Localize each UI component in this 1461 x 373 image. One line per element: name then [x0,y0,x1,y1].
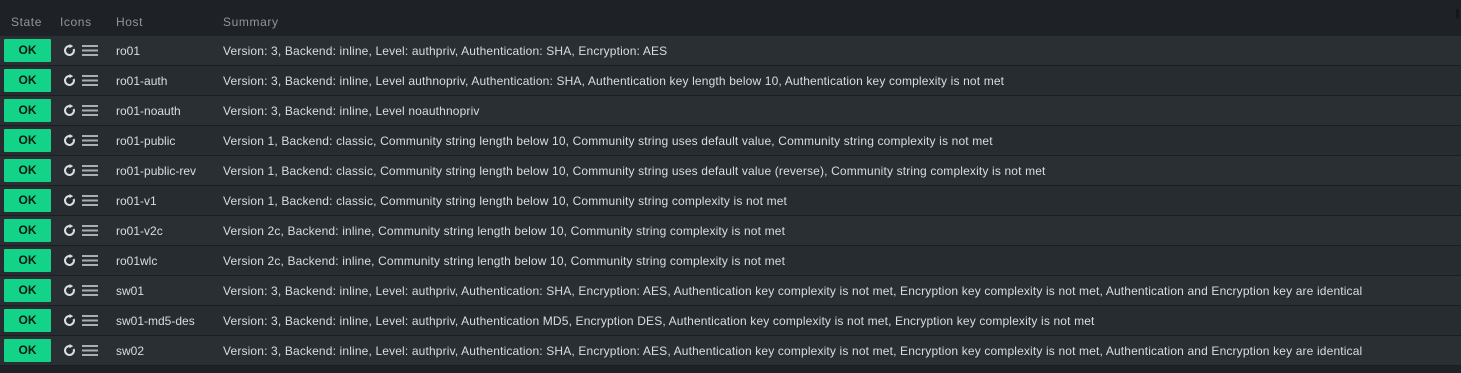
host-link[interactable]: ro01 [116,44,140,58]
menu-icon[interactable] [82,344,98,357]
state-badge[interactable]: OK [4,159,51,182]
host-link[interactable]: ro01-public-rev [116,164,196,178]
summary-text: Version: 3, Backend: inline, Level: auth… [223,344,1363,358]
state-badge[interactable]: OK [4,219,51,242]
refresh-icon[interactable] [63,254,76,267]
host-link[interactable]: ro01wlc [116,254,157,268]
summary-text: Version 1, Backend: classic, Community s… [223,164,1046,178]
menu-icon[interactable] [82,254,98,267]
state-badge[interactable]: OK [4,99,51,122]
menu-icon[interactable] [82,314,98,327]
summary-text: Version 1, Backend: classic, Community s… [223,194,788,208]
table-row: OK sw02 Version: 3, Backend: inline, Lev… [0,336,1461,366]
table-row: OK sw01 Version: 3, Backend: inline, Lev… [0,276,1461,306]
host-link[interactable]: sw02 [116,344,144,358]
menu-icon[interactable] [82,74,98,87]
service-table: State Icons Host Summary OK ro01 Version… [0,0,1461,373]
state-badge[interactable]: OK [4,309,51,332]
table-row: OK ro01-noauth Version: 3, Backend: inli… [0,96,1461,126]
column-header-host[interactable]: Host [116,15,143,29]
column-header-state[interactable]: State [11,15,42,29]
host-link[interactable]: sw01 [116,284,144,298]
summary-text: Version: 3, Backend: inline, Level: auth… [223,44,668,58]
table-row: OK ro01-v2c Version 2c, Backend: inline,… [0,216,1461,246]
summary-text: Version 1, Backend: classic, Community s… [223,134,993,148]
state-badge[interactable]: OK [4,189,51,212]
refresh-icon[interactable] [63,104,76,117]
column-header-icons[interactable]: Icons [60,15,92,29]
summary-text: Version: 3, Backend: inline, Level authn… [223,74,1005,88]
state-badge[interactable]: OK [4,249,51,272]
host-link[interactable]: ro01-public [116,134,175,148]
refresh-icon[interactable] [63,134,76,147]
summary-text: Version: 3, Backend: inline, Level: auth… [223,314,1095,328]
refresh-icon[interactable] [63,314,76,327]
menu-icon[interactable] [82,134,98,147]
menu-icon[interactable] [82,224,98,237]
host-link[interactable]: ro01-v2c [116,224,163,238]
table-row: OK ro01-public-rev Version 1, Backend: c… [0,156,1461,186]
refresh-icon[interactable] [63,224,76,237]
column-resize-handle[interactable] [1456,9,1459,19]
table-row: OK ro01-auth Version: 3, Backend: inline… [0,66,1461,96]
menu-icon[interactable] [82,44,98,57]
table-row: OK ro01wlc Version 2c, Backend: inline, … [0,246,1461,276]
summary-text: Version: 3, Backend: inline, Level: auth… [223,284,1363,298]
state-badge[interactable]: OK [4,279,51,302]
refresh-icon[interactable] [63,284,76,297]
summary-text: Version: 3, Backend: inline, Level noaut… [223,104,480,118]
host-link[interactable]: ro01-v1 [116,194,157,208]
table-row: OK sw01-md5-des Version: 3, Backend: inl… [0,306,1461,336]
refresh-icon[interactable] [63,44,76,57]
refresh-icon[interactable] [63,194,76,207]
state-badge[interactable]: OK [4,69,51,92]
menu-icon[interactable] [82,284,98,297]
table-row: OK ro01-public Version 1, Backend: class… [0,126,1461,156]
menu-icon[interactable] [82,104,98,117]
summary-text: Version 2c, Backend: inline, Community s… [223,224,786,238]
refresh-icon[interactable] [63,74,76,87]
host-link[interactable]: sw01-md5-des [116,314,195,328]
host-link[interactable]: ro01-noauth [116,104,181,118]
menu-icon[interactable] [82,164,98,177]
table-body: OK ro01 Version: 3, Backend: inline, Lev… [0,36,1461,366]
state-badge[interactable]: OK [4,39,51,62]
state-badge[interactable]: OK [4,339,51,362]
column-header-summary[interactable]: Summary [223,15,279,29]
state-badge[interactable]: OK [4,129,51,152]
refresh-icon[interactable] [63,344,76,357]
host-link[interactable]: ro01-auth [116,74,167,88]
table-row: OK ro01 Version: 3, Backend: inline, Lev… [0,36,1461,66]
table-header: State Icons Host Summary [0,9,1461,37]
refresh-icon[interactable] [63,164,76,177]
table-row: OK ro01-v1 Version 1, Backend: classic, … [0,186,1461,216]
menu-icon[interactable] [82,194,98,207]
summary-text: Version 2c, Backend: inline, Community s… [223,254,786,268]
